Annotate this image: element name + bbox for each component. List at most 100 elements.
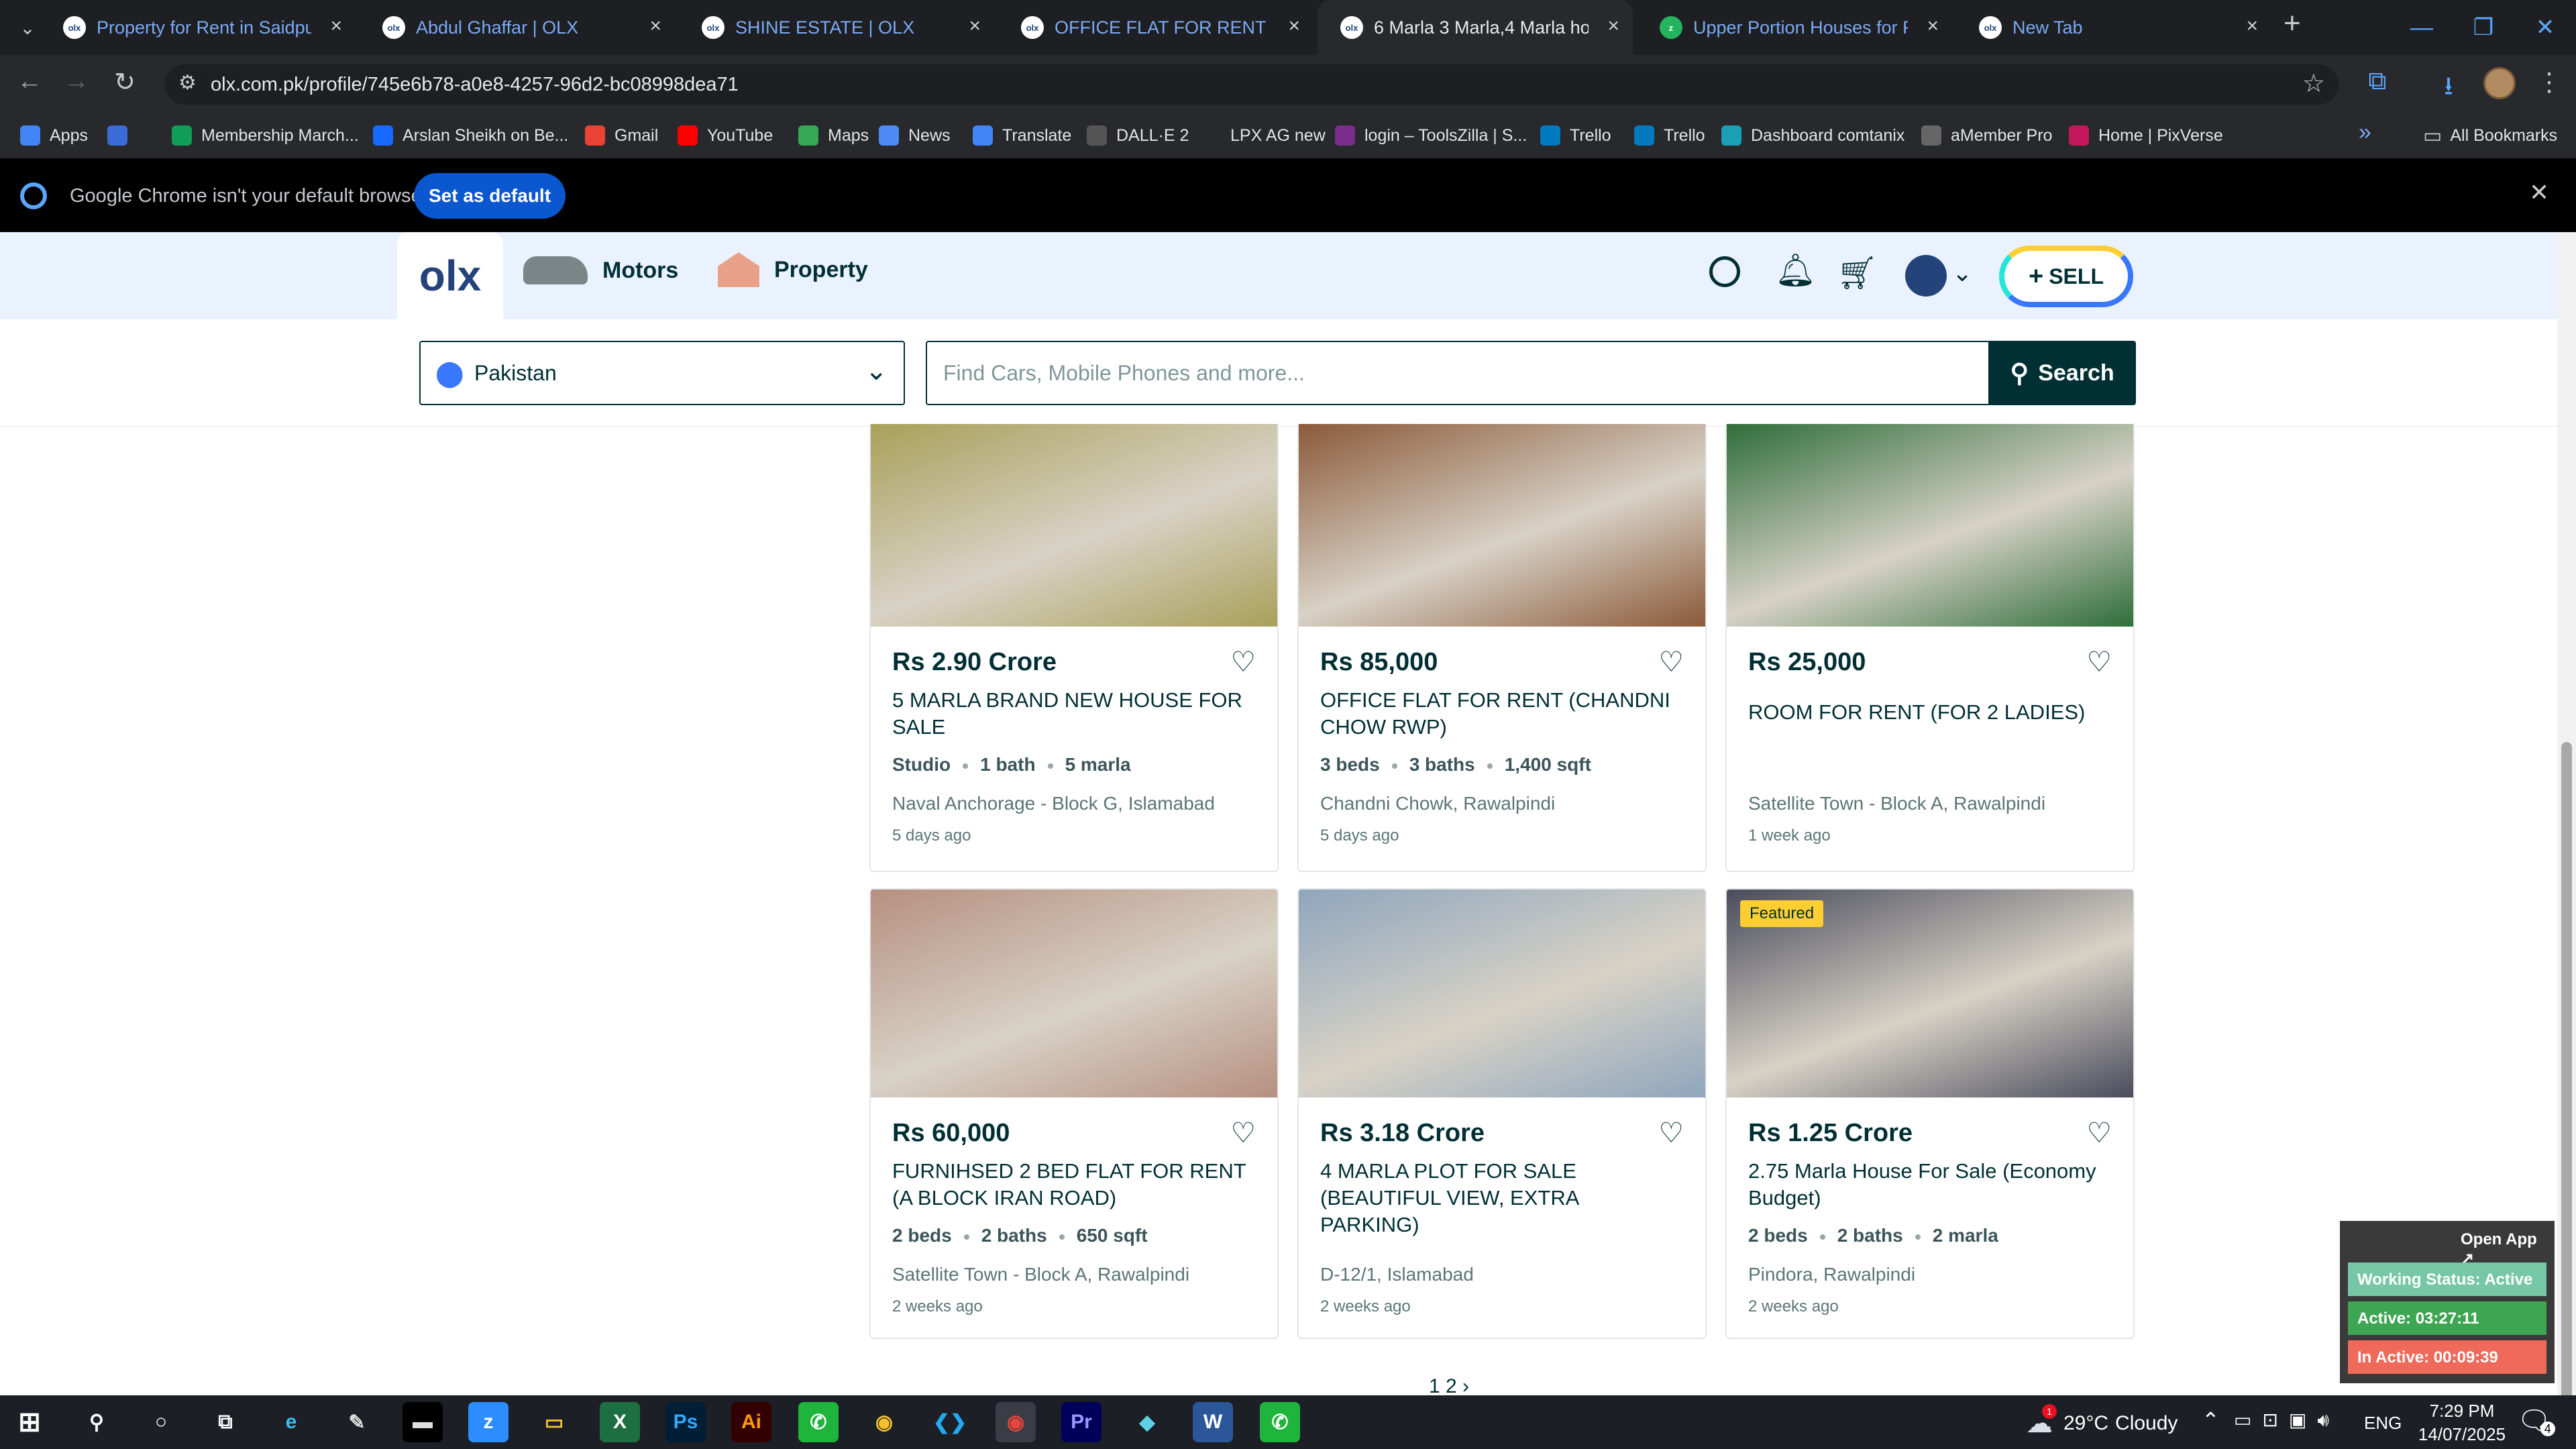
bookmark-item[interactable]: Dashboard comtanix <box>1721 121 1904 150</box>
chrome-icon[interactable]: ◉ <box>864 1402 904 1442</box>
nav-property[interactable]: Property <box>718 252 868 287</box>
task-view-icon[interactable]: ⧉ <box>205 1402 246 1442</box>
listing-title[interactable]: ROOM FOR RENT (FOR 2 LADIES) <box>1748 699 2106 726</box>
listing-title[interactable]: FURNIHSED 2 BED FLAT FOR RENT (A BLOCK I… <box>892 1158 1250 1212</box>
address-bar[interactable]: ⚙ olx.com.pk/profile/745e6b78-a0e8-4257-… <box>165 64 2339 105</box>
favorite-heart-icon[interactable]: ♡ <box>2086 1116 2112 1149</box>
terminal-icon[interactable]: ▬ <box>402 1402 443 1442</box>
weather-widget[interactable]: ☁ 1 29°C Cloudy <box>2026 1404 2178 1442</box>
notification-center-icon[interactable]: 🗨︎ 4 <box>2517 1405 2555 1436</box>
scrollbar-thumb[interactable] <box>2561 742 2572 1399</box>
premiere-icon[interactable]: Pr <box>1061 1402 1102 1442</box>
favorite-heart-icon[interactable]: ♡ <box>1658 645 1684 678</box>
cart-icon[interactable]: 🛒︎ <box>1837 254 1878 292</box>
bookmark-item[interactable]: aMember Pro <box>1921 121 2052 150</box>
photoshop-icon[interactable]: Ps <box>665 1402 706 1442</box>
tab-3[interactable]: olx SHINE ESTATE | OLX × <box>679 0 994 55</box>
bookmark-item[interactable]: Maps <box>798 121 869 150</box>
vscode-icon[interactable]: ❮❯ <box>930 1402 970 1442</box>
tab-close-icon[interactable]: × <box>1288 15 1300 38</box>
tab-close-icon[interactable]: × <box>1927 15 1939 38</box>
listing-card[interactable]: Rs 85,000 ♡ OFFICE FLAT FOR RENT (CHANDNI … <box>1297 424 1707 872</box>
search-icon[interactable]: ⚲ <box>76 1402 117 1442</box>
olx-logo-tab[interactable]: olx <box>397 232 503 319</box>
minimize-icon[interactable]: — <box>2391 0 2453 55</box>
chevron-down-icon[interactable]: ⌄ <box>1952 259 1972 287</box>
zoom-icon[interactable]: z <box>468 1402 508 1442</box>
tab-6[interactable]: z Upper Portion Houses for Rent × <box>1637 0 1952 55</box>
restore-icon[interactable]: ❐ <box>2453 0 2514 55</box>
chrome-active-icon[interactable]: ◉ <box>996 1402 1036 1442</box>
tab-7[interactable]: olx New Tab × <box>1956 0 2271 55</box>
bookmark-item[interactable]: News <box>879 121 951 150</box>
close-window-icon[interactable]: ✕ <box>2514 0 2576 55</box>
favorite-heart-icon[interactable]: ♡ <box>1230 645 1256 678</box>
listing-photo[interactable] <box>871 890 1277 1097</box>
bookmark-item[interactable]: Home | PixVerse <box>2069 121 2223 150</box>
bookmark-item[interactable]: Translate <box>973 121 1071 150</box>
listing-title[interactable]: OFFICE FLAT FOR RENT (CHANDNI CHOW RWP) <box>1320 687 1678 741</box>
listing-title[interactable]: 4 MARLA PLOT FOR SALE (BEAUTIFUL VIEW, E… <box>1320 1158 1678 1238</box>
bookmark-item[interactable] <box>107 121 137 150</box>
listing-title[interactable]: 2.75 Marla House For Sale (Economy Budge… <box>1748 1158 2106 1212</box>
menu-icon[interactable]: ⋮ <box>2529 67 2569 97</box>
tab-2[interactable]: olx Abdul Ghaffar | OLX × <box>360 0 675 55</box>
word-icon[interactable]: W <box>1193 1402 1233 1442</box>
page-scrollbar[interactable] <box>2557 232 2576 1399</box>
app-cyan-icon[interactable]: ◆ <box>1127 1402 1167 1442</box>
listing-card[interactable]: Rs 60,000 ♡ FURNIHSED 2 BED FLAT FOR RENT … <box>869 888 1279 1339</box>
listing-card[interactable]: Rs 2.90 Crore ♡ 5 MARLA BRAND NEW HOUSE FO… <box>869 424 1279 872</box>
pagination-peek[interactable]: 1 2 › <box>1429 1375 1469 1394</box>
listing-photo[interactable] <box>871 424 1277 627</box>
downloads-icon[interactable]: ⭳ <box>2428 67 2469 111</box>
set-default-button[interactable]: Set as default <box>414 173 566 219</box>
edge-icon[interactable]: e <box>271 1402 311 1442</box>
sell-button[interactable]: + SELL <box>1999 246 2133 307</box>
tray-icons[interactable]: ▭⊡▣🔊︎ <box>2234 1409 2340 1432</box>
tab-close-icon[interactable]: × <box>2246 15 2258 38</box>
favorite-heart-icon[interactable]: ♡ <box>2086 645 2112 678</box>
tab-close-icon[interactable]: × <box>1607 15 1619 38</box>
chat-icon[interactable] <box>1709 256 1740 287</box>
nav-motors[interactable]: Motors <box>523 256 678 284</box>
favorite-heart-icon[interactable]: ♡ <box>1230 1116 1256 1149</box>
bookmark-star-icon[interactable]: ☆ <box>2302 68 2325 99</box>
search-button[interactable]: ⚲ Search <box>1988 341 2136 405</box>
bookmarks-overflow-icon[interactable]: » <box>2359 119 2371 146</box>
extensions-icon[interactable]: ⧉ <box>2357 67 2398 96</box>
bookmark-item[interactable]: Arslan Sheikh on Be... <box>373 121 568 150</box>
file-explorer-icon[interactable]: ▭ <box>534 1402 574 1442</box>
listing-photo[interactable] <box>1299 890 1705 1097</box>
notifications-icon[interactable]: 🔔︎ <box>1775 251 1816 289</box>
bookmark-item[interactable]: YouTube <box>678 121 773 150</box>
start-button[interactable]: ⊞ <box>9 1402 50 1442</box>
tab-search-button[interactable]: ⌄ <box>12 12 43 43</box>
tray-chevron-icon[interactable]: ⌃ <box>2202 1407 2220 1433</box>
user-avatar[interactable] <box>1905 255 1947 297</box>
pen-icon[interactable]: ✎ <box>337 1402 377 1442</box>
bookmark-item[interactable]: Apps <box>20 121 88 150</box>
listing-card[interactable]: Rs 25,000 ♡ ROOM FOR RENT (FOR 2 LADIES) Sa… <box>1725 424 2135 872</box>
whatsapp-icon[interactable]: ✆ <box>1260 1402 1300 1442</box>
listing-card[interactable]: Featured Rs 1.25 Crore ♡ 2.75 Marla House F… <box>1725 888 2135 1339</box>
clock[interactable]: 7:29 PM 14/07/2025 <box>2415 1401 2509 1445</box>
site-info-icon[interactable]: ⚙ <box>178 71 197 95</box>
profile-avatar[interactable] <box>2483 67 2516 99</box>
tab-close-icon[interactable]: × <box>969 15 981 38</box>
bookmark-item[interactable]: login – ToolsZilla | S... <box>1335 121 1527 150</box>
location-select[interactable]: ⬤ Pakistan ⌄ <box>419 341 905 405</box>
excel-icon[interactable]: X <box>600 1402 640 1442</box>
forward-icon[interactable]: → <box>56 67 97 96</box>
tab-5[interactable]: olx 6 Marla 3 Marla,4 Marla house × <box>1318 0 1633 55</box>
reload-icon[interactable]: ↻ <box>105 67 145 97</box>
listing-card[interactable]: Rs 3.18 Crore ♡ 4 MARLA PLOT FOR SALE (BEA… <box>1297 888 1707 1339</box>
tab-close-icon[interactable]: × <box>330 15 342 38</box>
bookmark-item[interactable]: Trello <box>1634 121 1705 150</box>
bookmark-item[interactable]: Trello <box>1540 121 1611 150</box>
cortana-icon[interactable]: ○ <box>141 1402 181 1442</box>
all-bookmarks[interactable]: ▭ All Bookmarks <box>2423 121 2557 150</box>
bookmark-item[interactable]: DALL·E 2 <box>1087 121 1189 150</box>
listing-title[interactable]: 5 MARLA BRAND NEW HOUSE FOR SALE <box>892 687 1250 741</box>
listing-photo[interactable] <box>1727 424 2133 627</box>
bookmark-item[interactable]: Membership March... <box>172 121 359 150</box>
